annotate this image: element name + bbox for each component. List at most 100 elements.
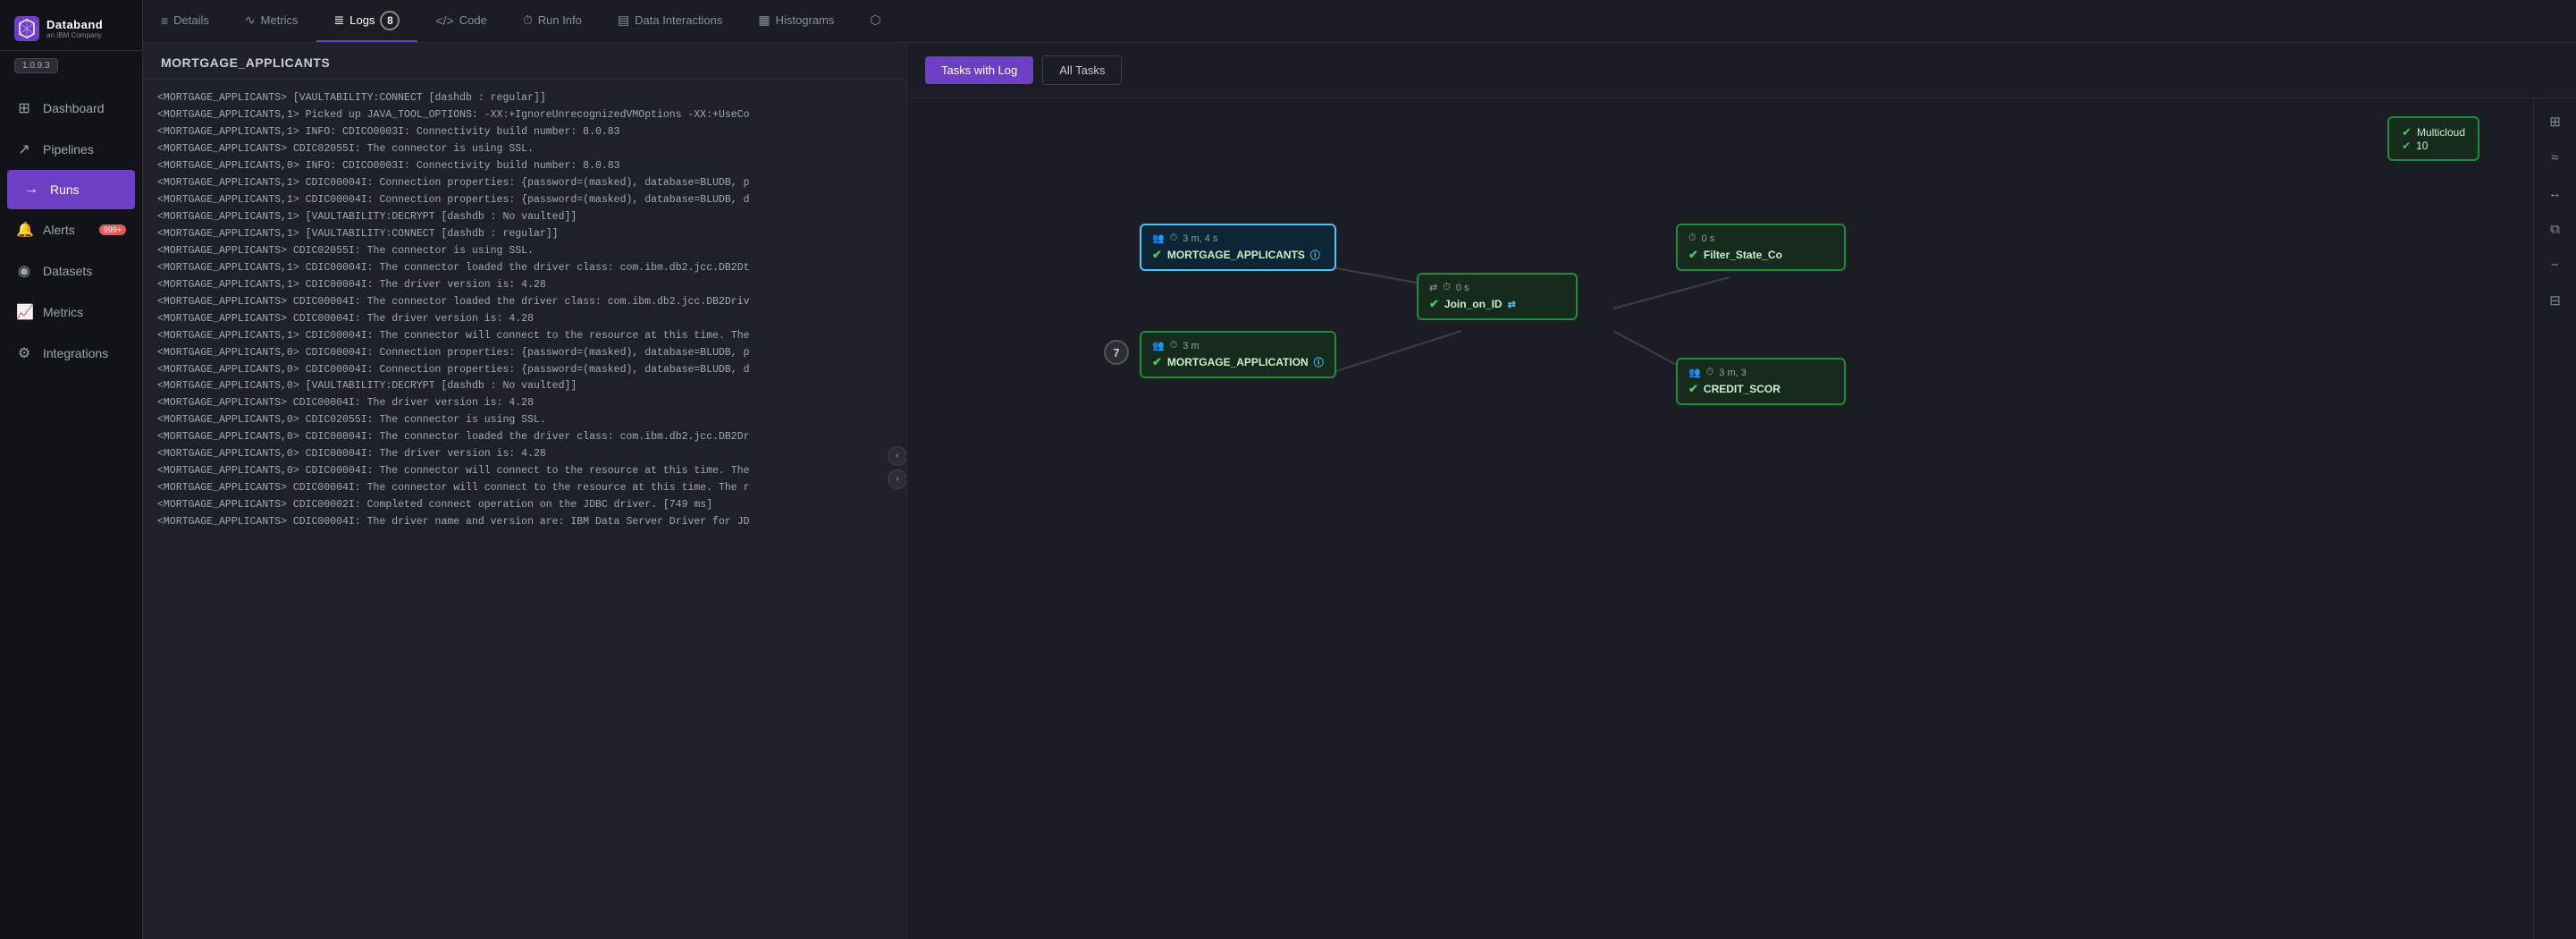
integrations-icon: ⚙ (16, 344, 32, 362)
check-icon: ✔ (2402, 140, 2411, 152)
persons-icon: 👥 (1688, 367, 1701, 378)
node-credit-score[interactable]: 👥 ⏱ 3 m, 3 ✔ CREDIT_SCOR (1676, 358, 1846, 405)
node-name: ✔ Filter_State_Co (1688, 248, 1833, 262)
node-time: 3 m, 4 s (1183, 233, 1217, 244)
node-badge: ⓘ (1314, 355, 1324, 369)
node-label: Join_on_ID (1444, 298, 1503, 310)
node-time: 0 s (1456, 283, 1469, 293)
log-content[interactable]: <MORTGAGE_APPLICANTS> [VAULTABILITY:CONN… (143, 80, 906, 939)
log-line: <MORTGAGE_APPLICANTS,1> CDIC00004I: Conn… (157, 192, 892, 209)
all-tasks-button[interactable]: All Tasks (1042, 55, 1122, 85)
sidebar-item-alerts[interactable]: 🔔 Alerts 999+ (0, 209, 142, 250)
check-icon: ✔ (1152, 355, 1162, 369)
rt-fit-icon[interactable]: ⊞ (2541, 107, 2570, 136)
tab-label: Code (459, 13, 487, 27)
multicloud-count: 10 (2416, 140, 2428, 152)
time-icon: ⏱ (1170, 233, 1178, 244)
badge-number: 7 (1113, 346, 1119, 360)
tab-details[interactable]: ≡ Details (143, 0, 227, 42)
tab-metrics[interactable]: ∿ Metrics (227, 0, 316, 42)
log-line: <MORTGAGE_APPLICANTS> CDIC00004I: The dr… (157, 514, 892, 531)
multicloud-label: Multicloud (2417, 126, 2465, 139)
sidebar-item-dashboard[interactable]: ⊞ Dashboard (0, 88, 142, 129)
log-title: MORTGAGE_APPLICANTS (143, 43, 906, 80)
tab-external[interactable]: ⬡ (852, 0, 898, 42)
sidebar-item-label: Dashboard (43, 101, 105, 115)
sidebar-item-integrations[interactable]: ⚙ Integrations (0, 333, 142, 374)
sidebar-item-datasets[interactable]: ◉ Datasets (0, 250, 142, 292)
dashboard-icon: ⊞ (16, 99, 32, 117)
data-interactions-icon: ▤ (618, 13, 629, 28)
right-toolbar: ⊞ ≈ ↔ ⧉ − ⊟ (2533, 98, 2576, 939)
datasets-icon: ◉ (16, 262, 32, 280)
log-line: <MORTGAGE_APPLICANTS> CDIC02055I: The co… (157, 243, 892, 260)
log-line: <MORTGAGE_APPLICANTS,0> CDIC00004I: The … (157, 463, 892, 480)
sidebar-item-runs[interactable]: → Runs (7, 170, 135, 209)
rt-expand-icon[interactable]: ↔ (2541, 179, 2570, 207)
log-panel: MORTGAGE_APPLICANTS <MORTGAGE_APPLICANTS… (143, 43, 907, 939)
node-name: ✔ CREDIT_SCOR (1688, 382, 1833, 396)
rt-minus-icon[interactable]: − (2541, 250, 2570, 279)
top-tabs: ≡ Details ∿ Metrics ≣ Logs 8 </> Code ⏱ … (143, 0, 2576, 43)
runs-icon: → (23, 182, 39, 198)
sidebar-item-pipelines[interactable]: ↗ Pipelines (0, 129, 142, 170)
rt-layout-icon[interactable]: ≈ (2541, 143, 2570, 172)
dag-canvas: 7 👥 ⏱ 3 m, 4 s ✔ MORTGAGE_APPLICANTS ⓘ (907, 98, 2533, 939)
check-icon: ✔ (1688, 248, 1698, 262)
node-badge: ⇄ (1508, 299, 1516, 310)
node-badge: ⓘ (1310, 248, 1320, 262)
code-icon: </> (435, 13, 453, 28)
log-line: <MORTGAGE_APPLICANTS,1> [VAULTABILITY:DE… (157, 209, 892, 226)
logo-area: Databand an IBM Company (0, 0, 142, 51)
logs-badge: 8 (380, 11, 400, 30)
content-area: MORTGAGE_APPLICANTS <MORTGAGE_APPLICANTS… (143, 43, 2576, 939)
collapse-left-btn[interactable]: ‹ (888, 446, 907, 466)
node-label: MORTGAGE_APPLICATION (1167, 356, 1309, 368)
node-label: MORTGAGE_APPLICANTS (1167, 249, 1305, 261)
tab-code[interactable]: </> Code (417, 0, 504, 42)
log-line: <MORTGAGE_APPLICANTS,1> CDIC00004I: The … (157, 277, 892, 294)
time-icon: ⏱ (1688, 233, 1696, 244)
log-line: <MORTGAGE_APPLICANTS,0> CDIC00004I: The … (157, 446, 892, 463)
log-line: <MORTGAGE_APPLICANTS,1> CDIC00004I: The … (157, 260, 892, 277)
tab-run-info[interactable]: ⏱ Run Info (505, 0, 600, 42)
tab-label: Run Info (538, 13, 582, 27)
node-mortgage-application[interactable]: 👥 ⏱ 3 m ✔ MORTGAGE_APPLICATION ⓘ (1140, 331, 1336, 378)
sidebar-item-label: Pipelines (43, 142, 94, 156)
metrics-tab-icon: ∿ (245, 13, 256, 28)
tasks-with-log-button[interactable]: Tasks with Log (925, 56, 1033, 84)
node-multicloud[interactable]: ✔ Multicloud ✔ 10 (2387, 116, 2479, 161)
run-info-icon: ⏱ (523, 13, 533, 28)
log-line: <MORTGAGE_APPLICANTS> CDIC00004I: The co… (157, 294, 892, 311)
tab-label: Details (173, 13, 209, 27)
log-line: <MORTGAGE_APPLICANTS,1> Picked up JAVA_T… (157, 107, 892, 124)
check-icon: ✔ (1688, 382, 1698, 396)
node-join-on-id[interactable]: ⇄ ⏱ 0 s ✔ Join_on_ID ⇄ (1417, 273, 1578, 320)
log-line: <MORTGAGE_APPLICANTS> [VAULTABILITY:CONN… (157, 90, 892, 107)
rt-collapse-icon[interactable]: ⊟ (2541, 286, 2570, 315)
main-area: ≡ Details ∿ Metrics ≣ Logs 8 </> Code ⏱ … (143, 0, 2576, 939)
node-mortgage-applicants[interactable]: 👥 ⏱ 3 m, 4 s ✔ MORTGAGE_APPLICANTS ⓘ (1140, 224, 1336, 271)
tab-logs[interactable]: ≣ Logs 8 (316, 0, 418, 42)
databand-logo-icon (14, 16, 39, 41)
log-line: <MORTGAGE_APPLICANTS,1> INFO: CDICO0003I… (157, 124, 892, 141)
node-meta: 👥 ⏱ 3 m, 4 s (1152, 233, 1324, 244)
log-line: <MORTGAGE_APPLICANTS,0> CDIC00004I: Conn… (157, 345, 892, 362)
tab-histograms[interactable]: ▦ Histograms (740, 0, 852, 42)
log-line: <MORTGAGE_APPLICANTS> CDIC00004I: The dr… (157, 311, 892, 328)
sidebar-item-metrics[interactable]: 📈 Metrics (0, 292, 142, 333)
node-label: CREDIT_SCOR (1704, 383, 1780, 395)
brand-name: Databand (46, 18, 103, 31)
tab-data-interactions[interactable]: ▤ Data Interactions (600, 0, 741, 42)
log-line: <MORTGAGE_APPLICANTS> CDIC00004I: The dr… (157, 395, 892, 412)
sidebar-item-label: Metrics (43, 305, 83, 319)
rt-copy-icon[interactable]: ⧉ (2541, 215, 2570, 243)
alerts-badge: 999+ (99, 224, 126, 235)
node-filter-state-co[interactable]: ⏱ 0 s ✔ Filter_State_Co (1676, 224, 1846, 271)
tab-label: Logs (349, 13, 375, 27)
collapse-right-btn[interactable]: › (888, 470, 907, 489)
node-meta: ⇄ ⏱ 0 s (1429, 282, 1565, 293)
node-time: 0 s (1702, 233, 1715, 244)
brand-text: Databand an IBM Company (46, 18, 103, 39)
tab-label: Data Interactions (635, 13, 722, 27)
